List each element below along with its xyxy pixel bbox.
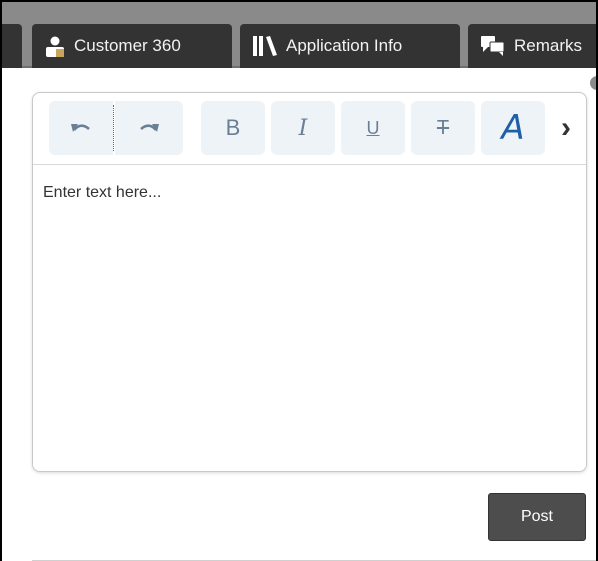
- tab-bar: Customer 360 Application Info Remarks: [2, 2, 596, 68]
- tab-customer-360[interactable]: Customer 360: [32, 24, 232, 68]
- underline-label: U: [366, 117, 380, 138]
- strike-label: T: [436, 116, 450, 139]
- tab-partial[interactable]: [2, 24, 22, 68]
- rich-text-editor: B I U T A ›: [32, 92, 587, 472]
- font-color-label: A: [501, 108, 525, 148]
- redo-button[interactable]: [115, 101, 183, 155]
- redo-icon: [140, 124, 159, 132]
- italic-button[interactable]: I: [271, 101, 335, 155]
- post-button[interactable]: Post: [488, 493, 586, 541]
- tab-remarks[interactable]: Remarks: [468, 24, 596, 68]
- editor-toolbar: B I U T A ›: [33, 93, 586, 165]
- bold-label: B: [225, 115, 241, 140]
- remarks-text-input[interactable]: [33, 166, 586, 471]
- chevron-right-icon: ›: [561, 111, 571, 144]
- bold-button[interactable]: B: [201, 101, 265, 155]
- strikethrough-button[interactable]: T: [411, 101, 475, 155]
- undo-icon: [71, 124, 90, 132]
- comments-icon: [480, 35, 506, 57]
- library-icon: [252, 35, 278, 57]
- post-label: Post: [520, 508, 553, 525]
- tab-label: Application Info: [286, 36, 403, 55]
- font-color-button[interactable]: A: [481, 101, 545, 155]
- more-tools-button[interactable]: ›: [551, 101, 581, 155]
- tab-label: Remarks: [514, 36, 583, 55]
- italic-label: I: [298, 115, 308, 141]
- app-frame: Customer 360 Application Info Remarks B …: [0, 0, 598, 561]
- tab-label: Customer 360: [74, 36, 181, 55]
- underline-button[interactable]: U: [341, 101, 405, 155]
- toolbar-separator: [113, 105, 114, 151]
- tab-application-info[interactable]: Application Info: [240, 24, 460, 68]
- scroll-indicator: [590, 76, 596, 90]
- customer-icon: [44, 35, 66, 57]
- undo-button[interactable]: [49, 101, 113, 155]
